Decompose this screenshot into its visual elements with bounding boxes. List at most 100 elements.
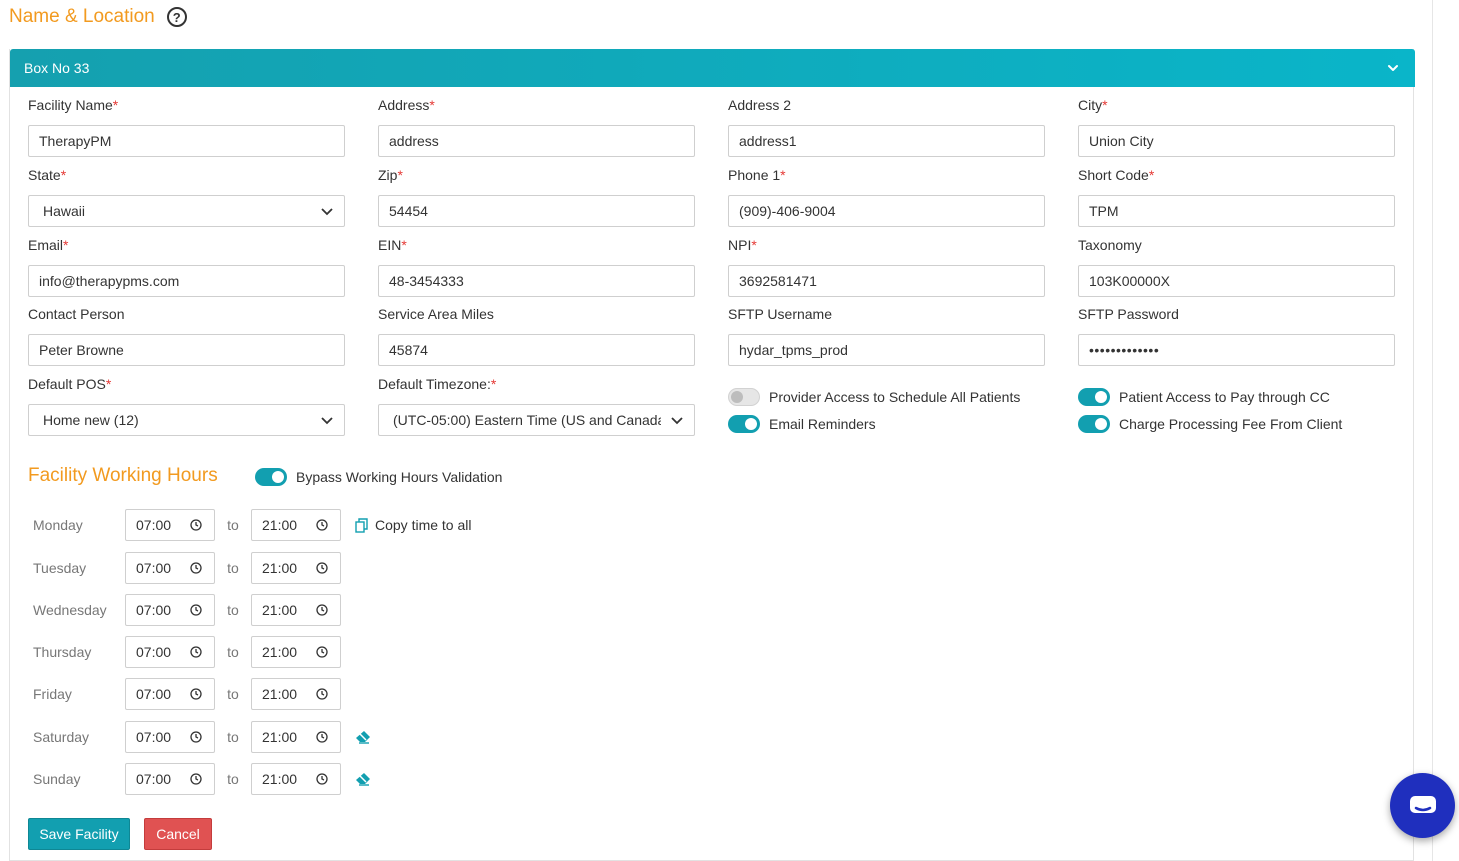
hours-row-sunday: Sunday 07:00 to 21:00 xyxy=(28,763,371,795)
to-time-input[interactable]: 21:00 xyxy=(251,721,341,753)
hours-row-thursday: Thursday 07:00 to 21:00 xyxy=(28,636,341,668)
provider-access-toggle-row: Provider Access to Schedule All Patients xyxy=(728,388,1020,406)
facility-name-field: Facility Name* TherapyPM xyxy=(28,97,345,157)
page-title: Name & Location xyxy=(9,6,155,27)
bypass-validation-toggle[interactable] xyxy=(255,468,287,486)
email-input[interactable]: info@therapypms.com xyxy=(28,265,345,297)
zip-field: Zip* 54454 xyxy=(378,167,695,227)
npi-field: NPI* 3692581471 xyxy=(728,237,1045,297)
email-reminders-toggle[interactable] xyxy=(728,415,760,433)
clear-time-button[interactable] xyxy=(355,730,371,744)
from-time-input[interactable]: 07:00 xyxy=(125,594,215,626)
short-code-field: Short Code* TPM xyxy=(1078,167,1395,227)
cancel-button[interactable]: Cancel xyxy=(144,818,212,850)
sftp-username-field: SFTP Username hydar_tpms_prod xyxy=(728,306,1045,366)
default-pos-select[interactable]: Home new (12) xyxy=(28,404,345,436)
contact-person-field: Contact Person Peter Browne xyxy=(28,306,345,366)
save-facility-button[interactable]: Save Facility xyxy=(28,818,130,850)
from-time-input[interactable]: 07:00 xyxy=(125,763,215,795)
chat-bubble-icon xyxy=(1409,795,1436,813)
bypass-validation-toggle-row: Bypass Working Hours Validation xyxy=(255,468,502,486)
clock-icon xyxy=(190,773,202,785)
address2-field: Address 2 address1 xyxy=(728,97,1045,157)
service-area-field: Service Area Miles 45874 xyxy=(378,306,695,366)
eraser-icon xyxy=(356,731,370,744)
default-pos-field: Default POS* Home new (12) xyxy=(28,376,345,436)
page-divider xyxy=(1432,0,1433,861)
clock-icon xyxy=(190,519,202,531)
from-time-input[interactable]: 07:00 xyxy=(125,678,215,710)
patient-access-cc-toggle[interactable] xyxy=(1078,388,1110,406)
from-time-input[interactable]: 07:00 xyxy=(125,509,215,541)
zip-input[interactable]: 54454 xyxy=(378,195,695,227)
facility-name-input[interactable]: TherapyPM xyxy=(28,125,345,157)
service-area-input[interactable]: 45874 xyxy=(378,334,695,366)
city-input[interactable]: Union City xyxy=(1078,125,1395,157)
hours-row-tuesday: Tuesday 07:00 to 21:00 xyxy=(28,552,341,584)
copy-icon xyxy=(355,517,368,533)
charge-fee-toggle[interactable] xyxy=(1078,415,1110,433)
clock-icon xyxy=(316,604,328,616)
hours-row-monday: Monday 07:00 to 21:00 Copy time to all xyxy=(28,509,471,541)
email-reminders-toggle-row: Email Reminders xyxy=(728,415,876,433)
ein-input[interactable]: 48-3454333 xyxy=(378,265,695,297)
provider-access-toggle[interactable] xyxy=(728,388,760,406)
npi-input[interactable]: 3692581471 xyxy=(728,265,1045,297)
to-time-input[interactable]: 21:00 xyxy=(251,509,341,541)
patient-access-cc-toggle-row: Patient Access to Pay through CC xyxy=(1078,388,1330,406)
clock-icon xyxy=(316,688,328,700)
clock-icon xyxy=(190,688,202,700)
chevron-down-icon xyxy=(321,208,333,216)
contact-person-input[interactable]: Peter Browne xyxy=(28,334,345,366)
from-time-input[interactable]: 07:00 xyxy=(125,552,215,584)
clock-icon xyxy=(190,604,202,616)
sftp-password-field: SFTP Password ••••••••••••• xyxy=(1078,306,1395,366)
to-time-input[interactable]: 21:00 xyxy=(251,594,341,626)
clock-icon xyxy=(190,562,202,574)
clock-icon xyxy=(316,731,328,743)
question-circle-icon[interactable]: ? xyxy=(166,7,187,27)
hours-row-wednesday: Wednesday 07:00 to 21:00 xyxy=(28,594,341,626)
working-hours-title: Facility Working Hours xyxy=(28,465,218,486)
to-time-input[interactable]: 21:00 xyxy=(251,552,341,584)
taxonomy-field: Taxonomy 103K00000X xyxy=(1078,237,1395,297)
to-time-input[interactable]: 21:00 xyxy=(251,678,341,710)
clock-icon xyxy=(316,519,328,531)
email-field: Email* info@therapypms.com xyxy=(28,237,345,297)
address-input[interactable]: address xyxy=(378,125,695,157)
default-timezone-field: Default Timezone:* (UTC-05:00) Eastern T… xyxy=(378,376,695,436)
address2-input[interactable]: address1 xyxy=(728,125,1045,157)
sftp-username-input[interactable]: hydar_tpms_prod xyxy=(728,334,1045,366)
hours-row-saturday: Saturday 07:00 to 21:00 xyxy=(28,721,371,753)
charge-fee-toggle-row: Charge Processing Fee From Client xyxy=(1078,415,1342,433)
copy-time-button[interactable]: Copy time to all xyxy=(355,517,471,533)
state-select[interactable]: Hawaii xyxy=(28,195,345,227)
accordion-title: Box No 33 xyxy=(24,60,90,76)
clock-icon xyxy=(316,646,328,658)
clock-icon xyxy=(190,731,202,743)
address-field: Address* address xyxy=(378,97,695,157)
hours-row-friday: Friday 07:00 to 21:00 xyxy=(28,678,341,710)
from-time-input[interactable]: 07:00 xyxy=(125,636,215,668)
phone1-input[interactable]: (909)-406-9004 xyxy=(728,195,1045,227)
chat-widget-button[interactable] xyxy=(1390,773,1455,838)
state-field: State* Hawaii xyxy=(28,167,345,227)
clock-icon xyxy=(316,773,328,785)
default-timezone-select[interactable]: (UTC-05:00) Eastern Time (US and Canada) xyxy=(378,404,695,436)
taxonomy-input[interactable]: 103K00000X xyxy=(1078,265,1395,297)
from-time-input[interactable]: 07:00 xyxy=(125,721,215,753)
clock-icon xyxy=(316,562,328,574)
to-time-input[interactable]: 21:00 xyxy=(251,636,341,668)
chevron-down-icon[interactable] xyxy=(1385,60,1401,76)
eraser-icon xyxy=(356,773,370,786)
accordion-header[interactable]: Box No 33 xyxy=(10,49,1415,87)
phone1-field: Phone 1* (909)-406-9004 xyxy=(728,167,1045,227)
sftp-password-input[interactable]: ••••••••••••• xyxy=(1078,334,1395,366)
city-field: City* Union City xyxy=(1078,97,1395,157)
ein-field: EIN* 48-3454333 xyxy=(378,237,695,297)
page-header: Name & Location ? xyxy=(9,6,187,28)
short-code-input[interactable]: TPM xyxy=(1078,195,1395,227)
to-time-input[interactable]: 21:00 xyxy=(251,763,341,795)
chevron-down-icon xyxy=(671,417,683,425)
clear-time-button[interactable] xyxy=(355,772,371,786)
